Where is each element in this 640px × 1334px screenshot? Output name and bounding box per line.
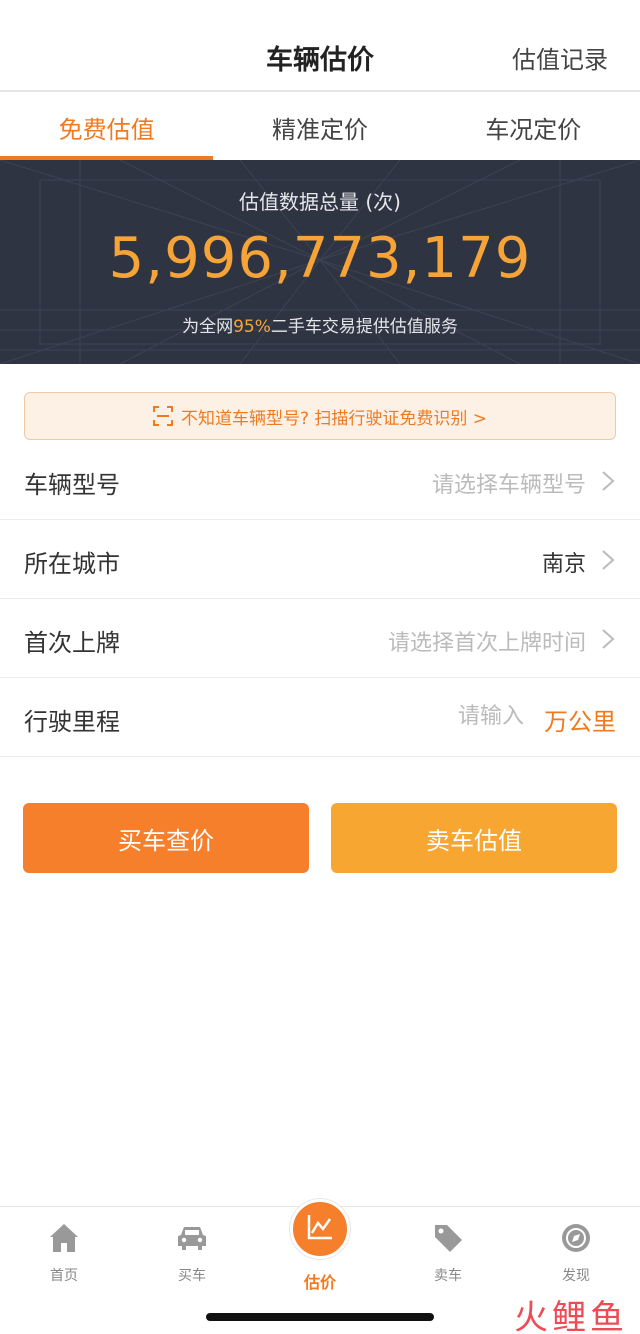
tab-precise-pricing[interactable]: 精准定价 <box>213 92 426 160</box>
scan-license-tip[interactable]: 不知道车辆型号? 扫描行驶证免费识别 > <box>24 392 616 440</box>
tab-condition-pricing[interactable]: 车况定价 <box>427 92 640 160</box>
scan-icon <box>152 406 173 426</box>
nav-home[interactable]: 首页 <box>0 1207 128 1334</box>
compass-icon <box>562 1224 590 1252</box>
sell-car-valuation-button[interactable]: 卖车估值 <box>331 803 617 873</box>
nav-discover-label: 发现 <box>562 1268 590 1284</box>
first-registration-row[interactable]: 首次上牌 请选择首次上牌时间 <box>0 599 640 678</box>
chevron-right-icon <box>602 629 615 649</box>
chevron-right-icon <box>602 550 615 570</box>
first-registration-label: 首次上牌 <box>24 629 120 657</box>
car-icon <box>178 1227 206 1250</box>
vehicle-model-label: 车辆型号 <box>24 471 120 499</box>
valuation-tabs: 免费估值 精准定价 车况定价 <box>0 92 640 160</box>
total-valuations-count: 5,996,773,179 <box>108 226 532 291</box>
city-row[interactable]: 所在城市 南京 <box>0 520 640 599</box>
buy-car-price-button[interactable]: 买车查价 <box>23 803 309 873</box>
chart-icon <box>307 1215 332 1240</box>
first-registration-placeholder: 请选择首次上牌时间 <box>387 631 586 656</box>
desc-prefix: 为全网 <box>182 317 234 337</box>
nav-sell-car-label: 卖车 <box>434 1268 462 1284</box>
tab-free-valuation[interactable]: 免费估值 <box>0 92 214 160</box>
nav-home-label: 首页 <box>50 1268 78 1284</box>
banner-description: 为全网95%二手车交易提供估值服务 <box>0 312 640 337</box>
mileage-unit: 万公里 <box>544 708 616 736</box>
desc-percentage: 95% <box>233 317 271 337</box>
scan-tip-text: 不知道车辆型号? 扫描行驶证免费识别 > <box>180 408 488 429</box>
chevron-right-icon <box>602 471 615 491</box>
home-icon <box>50 1224 78 1252</box>
nav-buy-car-label: 买车 <box>178 1268 206 1284</box>
desc-suffix: 二手车交易提供估值服务 <box>270 317 458 337</box>
nav-valuation-label: 估价 <box>303 1273 336 1292</box>
top-bar: 车辆估价 估值记录 <box>0 0 640 92</box>
valuation-stats-banner: 估值数据总量 (次) 5,996,773,179 为全网95%二手车交易提供估值… <box>0 160 640 364</box>
valuation-record-link[interactable]: 估值记录 <box>512 40 608 75</box>
tag-icon <box>435 1225 462 1252</box>
mileage-input[interactable] <box>324 704 524 729</box>
vehicle-model-placeholder: 请选择车辆型号 <box>431 473 586 498</box>
watermark: 火鲤鱼 <box>514 1298 628 1334</box>
total-valuations-label: 估值数据总量 (次) <box>239 190 401 214</box>
vehicle-model-row[interactable]: 车辆型号 请选择车辆型号 <box>0 441 640 520</box>
mileage-row: 行驶里程 万公里 <box>0 678 640 757</box>
home-indicator <box>206 1313 434 1321</box>
mileage-label: 行驶里程 <box>24 708 120 736</box>
city-label: 所在城市 <box>24 550 120 578</box>
city-value: 南京 <box>541 552 586 577</box>
